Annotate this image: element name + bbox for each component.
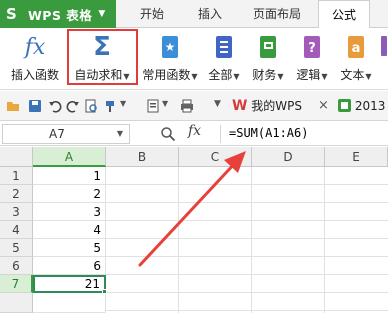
empty-cells-area[interactable] — [106, 167, 388, 313]
logic-functions-label: 逻辑 — [296, 68, 321, 82]
zoom-search-icon[interactable] — [160, 126, 176, 142]
spreadsheet-grid: A B C D E 1 2 3 4 5 6 7 1 2 3 4 5 6 21 — [0, 147, 388, 313]
formula-input[interactable]: =SUM(A1:A6) — [229, 126, 308, 140]
caret-down-icon: ▼ — [98, 9, 106, 19]
dropdown-arrow-icon: ▼ — [277, 72, 284, 81]
menu-tab-bar: S WPS 表格 ▼ 开始 插入 页面布局 公式 — [0, 0, 388, 29]
print-preview-icon[interactable] — [84, 99, 98, 113]
row-header[interactable]: 2 — [0, 185, 33, 203]
cell-a6[interactable]: 6 — [33, 257, 106, 275]
app-menu-button[interactable]: S WPS 表格 ▼ — [0, 0, 116, 28]
name-box-value: A7 — [49, 127, 65, 141]
svg-text:?: ? — [308, 41, 316, 56]
column-header-c[interactable]: C — [179, 147, 252, 167]
cell-a7-active[interactable]: 21 — [33, 275, 106, 293]
dropdown-arrow-icon: ▼ — [321, 72, 328, 81]
cell-a1[interactable]: 1 — [33, 167, 106, 185]
all-functions-button[interactable]: 全部▼ — [206, 30, 242, 88]
printer-icon[interactable] — [180, 99, 194, 113]
dropdown-arrow-icon[interactable]: ▼ — [117, 125, 123, 143]
cell-a8[interactable] — [33, 293, 106, 313]
text-book-icon: a — [343, 34, 369, 60]
tab-page-layout[interactable]: 页面布局 — [245, 0, 309, 28]
doc-tab-my-wps[interactable]: W 我的WPS — [232, 91, 302, 121]
row-header[interactable]: 5 — [0, 239, 33, 257]
wps-w-icon: W — [232, 98, 248, 114]
doc-tab-2013[interactable]: 2013 — [338, 91, 385, 121]
open-folder-icon[interactable] — [6, 99, 20, 113]
cell-a3[interactable]: 3 — [33, 203, 106, 221]
svg-text:a: a — [352, 41, 361, 56]
question-book-icon: ? — [299, 34, 325, 60]
doc-tab-2013-label: 2013 — [354, 99, 386, 113]
cell-a5[interactable]: 5 — [33, 239, 106, 257]
common-functions-button[interactable]: ★ 常用函数▼ — [140, 30, 200, 88]
logic-functions-button[interactable]: ? 逻辑▼ — [294, 30, 330, 88]
save-icon[interactable] — [28, 99, 42, 113]
tab-formulas[interactable]: 公式 — [318, 0, 370, 29]
quick-access-bar: ▼ ▼ ▼ W 我的WPS × 2013 — [0, 91, 388, 121]
spreadsheet-file-icon — [338, 99, 351, 112]
dropdown-arrow-icon: ▼ — [365, 72, 372, 81]
undo-icon[interactable] — [48, 99, 62, 113]
row-header[interactable]: 4 — [0, 221, 33, 239]
finance-functions-label: 财务 — [252, 68, 277, 82]
row-header[interactable]: 1 — [0, 167, 33, 185]
close-tab-icon[interactable]: × — [318, 98, 329, 113]
fill-handle[interactable] — [102, 289, 107, 294]
fx-button[interactable]: fx — [188, 123, 201, 139]
column-header-a[interactable]: A — [33, 147, 106, 167]
dropdown-arrow-icon[interactable]: ▼ — [120, 99, 126, 108]
insert-function-button[interactable]: fx 插入函数 — [6, 30, 64, 88]
column-header-d[interactable]: D — [252, 147, 325, 167]
row-header[interactable]: 7 — [0, 275, 33, 293]
list-book-icon — [211, 34, 237, 60]
all-functions-label: 全部 — [208, 68, 233, 82]
finance-book-icon — [255, 34, 281, 60]
common-functions-label: 常用函数 — [142, 68, 191, 82]
cell-a2[interactable]: 2 — [33, 185, 106, 203]
select-all-corner[interactable] — [0, 147, 33, 167]
column-header-e[interactable]: E — [325, 147, 388, 167]
text-functions-label: 文本 — [340, 68, 365, 82]
finance-functions-button[interactable]: 财务▼ — [250, 30, 286, 88]
row-header[interactable]: 6 — [0, 257, 33, 275]
dropdown-arrow-icon[interactable]: ▼ — [214, 99, 221, 109]
row-header[interactable]: 3 — [0, 203, 33, 221]
doc-tab-my-wps-label: 我的WPS — [251, 99, 303, 113]
column-header-b[interactable]: B — [106, 147, 179, 167]
fx-icon: fx — [24, 34, 46, 60]
star-book-icon: ★ — [157, 34, 183, 60]
svg-text:★: ★ — [165, 40, 176, 54]
dropdown-arrow-icon: ▼ — [191, 72, 198, 81]
redo-icon[interactable] — [66, 99, 80, 113]
cell-a4[interactable]: 4 — [33, 221, 106, 239]
app-name: WPS 表格 — [28, 7, 93, 23]
dropdown-arrow-icon[interactable]: ▼ — [162, 99, 168, 108]
page-setup-icon[interactable] — [146, 99, 160, 113]
autosum-highlight-box — [67, 29, 138, 85]
name-box[interactable]: A7 ▼ — [2, 124, 130, 144]
text-functions-button[interactable]: a 文本▼ — [338, 30, 374, 88]
divider — [220, 125, 221, 143]
dropdown-arrow-icon: ▼ — [233, 72, 240, 81]
wps-logo-icon: S — [6, 5, 17, 23]
formula-bar: A7 ▼ fx =SUM(A1:A6) — [0, 122, 388, 146]
format-painter-icon[interactable] — [104, 99, 118, 113]
tab-insert[interactable]: 插入 — [188, 0, 232, 28]
row-header[interactable] — [0, 293, 33, 313]
formulas-ribbon: fx 插入函数 Σ 自动求和▼ ★ 常用函数▼ 全部▼ 财务▼ ? 逻辑▼ a … — [0, 28, 388, 90]
tab-home[interactable]: 开始 — [130, 0, 174, 28]
insert-function-label: 插入函数 — [10, 68, 59, 82]
ribbon-overflow-icon[interactable] — [380, 32, 388, 58]
